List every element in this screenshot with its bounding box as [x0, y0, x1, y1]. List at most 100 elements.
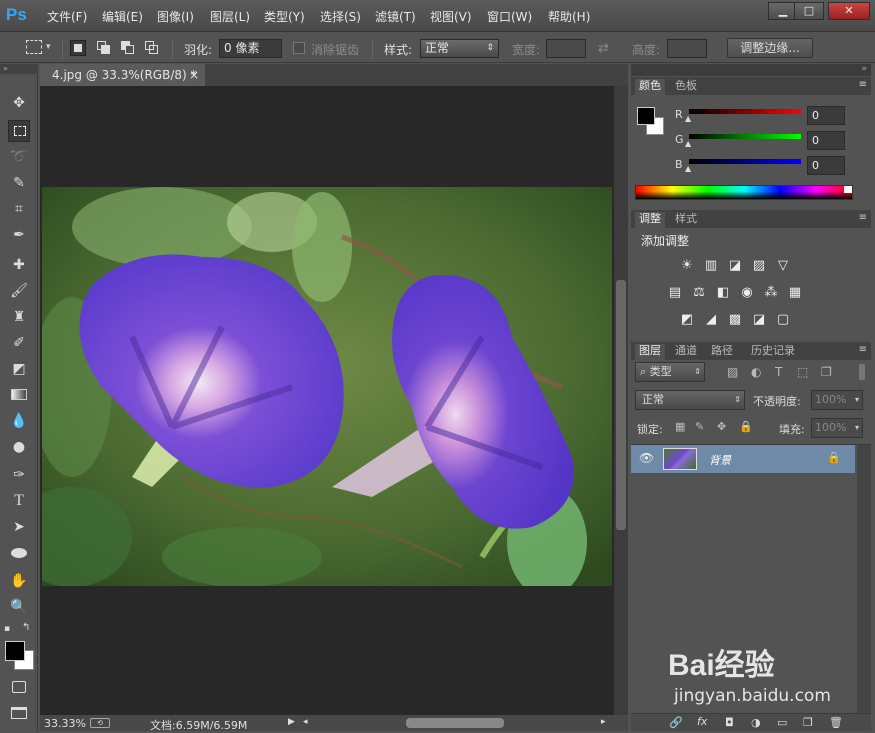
black-white-icon[interactable]: ◧: [715, 285, 731, 301]
swap-colors-icon[interactable]: ↰: [22, 622, 30, 633]
new-adjustment-icon[interactable]: ◑: [751, 716, 761, 729]
eye-icon[interactable]: 👁: [639, 451, 654, 465]
chevron-down-icon[interactable]: ▾: [46, 42, 51, 52]
add-selection-icon[interactable]: [96, 40, 112, 56]
new-layer-icon[interactable]: ❐: [803, 716, 813, 729]
blue-slider[interactable]: [689, 159, 801, 164]
gradient-tool-icon[interactable]: [8, 384, 30, 406]
photo-filter-icon[interactable]: ◉: [739, 285, 755, 301]
brightness-icon[interactable]: ☀: [679, 258, 695, 274]
document-tab[interactable]: 4.jpg @ 33.3%(RGB/8) * ×: [40, 64, 205, 86]
layer-filter-select[interactable]: ⌕ 类型 ⇕: [635, 362, 705, 382]
blend-mode-select[interactable]: 正常 ⇕: [635, 390, 745, 410]
blue-value[interactable]: 0: [807, 156, 845, 175]
green-slider[interactable]: [689, 134, 801, 139]
channel-mixer-icon[interactable]: ⁂: [763, 285, 779, 301]
height-input[interactable]: [667, 39, 707, 58]
panel-menu-icon[interactable]: ≡: [859, 212, 867, 223]
hand-tool-icon[interactable]: ✋: [8, 570, 30, 592]
triangle-right-icon[interactable]: ▶: [288, 717, 295, 727]
curves-icon[interactable]: ◪: [727, 258, 743, 274]
panel-menu-icon[interactable]: ≡: [859, 79, 867, 90]
lock-pixels-icon[interactable]: ✎: [695, 420, 704, 433]
new-selection-icon[interactable]: [70, 40, 86, 56]
menu-image[interactable]: 图像(I): [157, 8, 194, 25]
pen-tool-icon[interactable]: ✑: [8, 464, 30, 486]
path-select-tool-icon[interactable]: ➤: [8, 516, 30, 538]
color-balance-icon[interactable]: ⚖: [691, 285, 707, 301]
zoom-tool-icon[interactable]: 🔍: [8, 596, 30, 618]
proof-icon[interactable]: ⟲: [90, 718, 110, 728]
refine-edge-button[interactable]: 调整边缘...: [727, 38, 813, 58]
lock-transparent-icon[interactable]: ▦: [675, 420, 685, 433]
menu-edit[interactable]: 编辑(E): [102, 8, 143, 25]
add-mask-icon[interactable]: ◘: [725, 716, 734, 729]
rect-marquee-tool-icon[interactable]: [8, 120, 30, 142]
filter-shape-icon[interactable]: ⬚: [797, 365, 808, 379]
close-tab-icon[interactable]: ×: [189, 64, 199, 86]
red-slider[interactable]: [689, 109, 801, 114]
scroll-left-icon[interactable]: ◂: [303, 717, 308, 727]
link-layers-icon[interactable]: 🔗: [669, 716, 683, 729]
screen-mode-icon[interactable]: [8, 702, 30, 724]
menu-file[interactable]: 文件(F): [47, 8, 87, 25]
collapse-icon[interactable]: »: [0, 64, 38, 74]
antialias-checkbox[interactable]: [293, 42, 305, 54]
clone-stamp-tool-icon[interactable]: ♜: [8, 306, 30, 328]
brush-tool-icon[interactable]: 🖌: [8, 280, 30, 302]
crop-tool-icon[interactable]: ⌗: [8, 198, 30, 220]
filter-type-icon[interactable]: T: [775, 365, 782, 379]
dodge-tool-icon[interactable]: ●: [8, 436, 30, 458]
maximize-button[interactable]: □: [794, 2, 824, 20]
lasso-tool-icon[interactable]: ➰: [8, 146, 30, 168]
collapse-panels-icon[interactable]: »: [861, 64, 867, 74]
red-value[interactable]: 0: [807, 106, 845, 125]
quick-select-tool-icon[interactable]: ✎: [8, 172, 30, 194]
lock-position-icon[interactable]: ✥: [717, 420, 726, 433]
gradient-map-icon[interactable]: ▢: [775, 312, 791, 328]
color-lookup-icon[interactable]: ▦: [787, 285, 803, 301]
hue-saturation-icon[interactable]: ▤: [667, 285, 683, 301]
menu-filter[interactable]: 滤镜(T): [375, 8, 416, 25]
posterize-icon[interactable]: ◢: [703, 312, 719, 328]
exposure-icon[interactable]: ▨: [751, 258, 767, 274]
zoom-level[interactable]: 33.33%: [44, 717, 86, 730]
subtract-selection-icon[interactable]: [120, 40, 136, 56]
color-fg-swatch[interactable]: [637, 107, 655, 125]
tab-color[interactable]: 颜色: [635, 79, 665, 95]
filter-smart-icon[interactable]: ❐: [821, 365, 832, 379]
move-tool-icon[interactable]: ✥: [8, 92, 30, 114]
horizontal-scrollbar-thumb[interactable]: [406, 718, 504, 728]
panel-menu-icon[interactable]: ≡: [859, 344, 867, 355]
eyedropper-tool-icon[interactable]: ✒: [8, 224, 30, 246]
filter-toggle[interactable]: [859, 364, 865, 380]
flower-image[interactable]: [42, 187, 612, 586]
vertical-scrollbar[interactable]: [614, 86, 628, 715]
tab-history[interactable]: 历史记录: [747, 344, 799, 360]
tab-layers[interactable]: 图层: [635, 344, 665, 360]
green-value[interactable]: 0: [807, 131, 845, 150]
tab-swatches[interactable]: 色板: [671, 79, 701, 95]
eraser-tool-icon[interactable]: ◩: [8, 358, 30, 380]
green-slider-handle[interactable]: ▲: [685, 139, 691, 148]
tab-adjustments[interactable]: 调整: [635, 212, 665, 228]
history-brush-tool-icon[interactable]: ✐: [8, 332, 30, 354]
opacity-input[interactable]: 100% ▾: [811, 390, 863, 410]
selective-color-icon[interactable]: ◪: [751, 312, 767, 328]
menu-type[interactable]: 类型(Y): [264, 8, 305, 25]
layers-scrollbar[interactable]: [857, 445, 871, 713]
scrollbar-thumb[interactable]: [616, 280, 626, 530]
filter-adjustment-icon[interactable]: ◐: [751, 365, 761, 379]
foreground-color-swatch[interactable]: [5, 641, 25, 661]
quick-mask-icon[interactable]: [8, 676, 30, 698]
new-group-icon[interactable]: ▭: [777, 716, 787, 729]
scroll-right-icon[interactable]: ▸: [601, 717, 606, 727]
ellipse-tool-icon[interactable]: [8, 542, 30, 564]
menu-view[interactable]: 视图(V): [430, 8, 472, 25]
red-slider-handle[interactable]: ▲: [685, 114, 691, 123]
invert-icon[interactable]: ◩: [679, 312, 695, 328]
threshold-icon[interactable]: ▩: [727, 312, 743, 328]
feather-input[interactable]: 0 像素: [219, 39, 282, 58]
menu-window[interactable]: 窗口(W): [487, 8, 532, 25]
close-button[interactable]: ✕: [828, 2, 870, 20]
